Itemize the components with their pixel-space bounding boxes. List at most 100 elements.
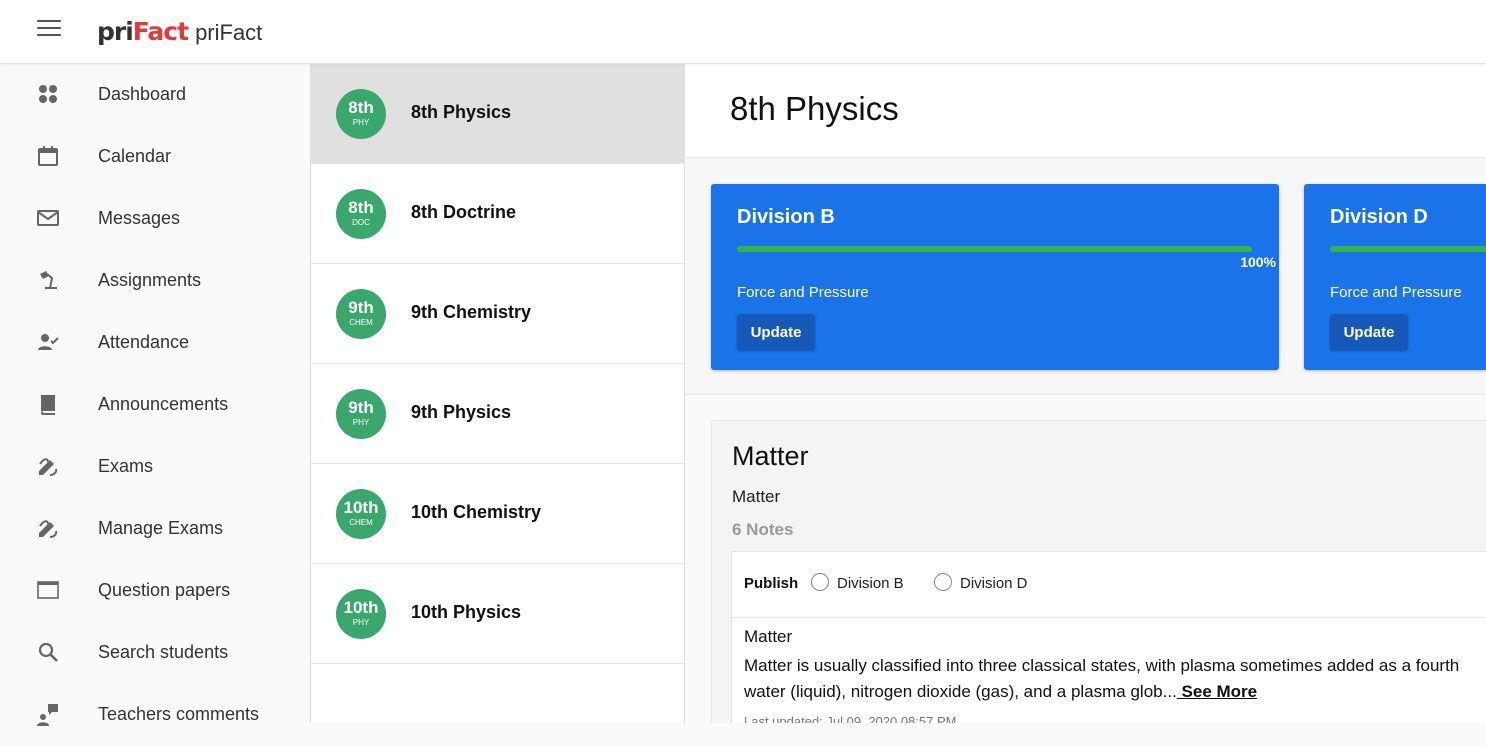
division-topic: Force and Pressure bbox=[1330, 284, 1462, 301]
course-avatar-grade: 10th bbox=[343, 598, 379, 617]
radio-label: Division B bbox=[837, 575, 904, 592]
division-card-b: Division B 100% Force and Pressure Updat… bbox=[711, 184, 1279, 370]
division-cards: Division B 100% Force and Pressure Updat… bbox=[685, 158, 1486, 395]
sidebar-item-label: Teachers comments bbox=[98, 704, 260, 724]
course-item-10th-chemistry[interactable]: 10th CHEM 10th Chemistry bbox=[311, 464, 684, 564]
course-item-8th-doctrine[interactable]: 8th DOC 8th Doctrine bbox=[311, 164, 684, 264]
progress-bar bbox=[737, 246, 1252, 252]
sidebar-item-label: Attendance bbox=[98, 332, 190, 352]
logo-mark: priFact bbox=[97, 17, 189, 46]
sidebar-item-label: Assignments bbox=[98, 270, 202, 290]
course-name: 9th Physics bbox=[411, 402, 512, 422]
sidebar-item-label: Calendar bbox=[98, 146, 172, 166]
sidebar-nav: Dashboard Calendar Messages Assignments … bbox=[0, 64, 311, 726]
division-name: Division D bbox=[1330, 206, 1428, 228]
sidebar-item-manage-exams[interactable]: Manage Exams bbox=[0, 498, 310, 560]
radio-circle[interactable] bbox=[811, 573, 829, 591]
course-avatar-grade: 9th bbox=[348, 298, 374, 317]
course-avatar: 8th DOC bbox=[336, 189, 386, 239]
person-check-icon bbox=[38, 334, 59, 350]
sidebar-item-label: Question papers bbox=[98, 580, 231, 600]
draw-icon bbox=[39, 458, 58, 476]
update-button[interactable]: Update bbox=[1330, 314, 1408, 350]
sidebar-item-teachers-comments[interactable]: Teachers comments bbox=[0, 684, 310, 746]
course-avatar: 9th CHEM bbox=[336, 289, 386, 339]
sidebar-item-label: Manage Exams bbox=[98, 518, 224, 538]
sidebar-item-messages[interactable]: Messages bbox=[0, 188, 310, 250]
course-avatar-grade: 8th bbox=[348, 98, 374, 117]
note-card: Publish Division B Division D Matter Mat… bbox=[731, 551, 1486, 723]
sidebar-item-attendance[interactable]: Attendance bbox=[0, 312, 310, 374]
sidebar-item-label: Messages bbox=[98, 208, 181, 228]
note-body-line: Matter is usually classified into three … bbox=[744, 656, 1460, 675]
course-avatar: 8th PHY bbox=[336, 89, 386, 139]
progress-bar bbox=[1330, 246, 1486, 252]
sidebar-item-label: Dashboard bbox=[98, 84, 187, 104]
sidebar-item-assignments[interactable]: Assignments bbox=[0, 250, 310, 312]
course-item-10th-physics[interactable]: 10th PHY 10th Physics bbox=[311, 564, 684, 664]
topic-subtitle: Matter bbox=[732, 487, 781, 506]
logo-mark-fact: Fact bbox=[132, 17, 189, 46]
sidebar-item-label: Announcements bbox=[98, 394, 229, 414]
sidebar-item-search-students[interactable]: Search students bbox=[0, 622, 310, 684]
search-icon bbox=[38, 642, 58, 662]
course-item-9th-physics[interactable]: 9th PHY 9th Physics bbox=[311, 364, 684, 464]
course-avatar: 9th PHY bbox=[336, 389, 386, 439]
note-last-updated: Last updated: Jul 09, 2020 08:57 PM bbox=[744, 714, 957, 723]
calendar-icon bbox=[38, 146, 58, 166]
dashboard-icon bbox=[39, 85, 57, 103]
comment-person-icon bbox=[37, 704, 58, 726]
course-name: 8th Physics bbox=[411, 102, 512, 122]
course-avatar-grade: 8th bbox=[348, 198, 374, 217]
course-avatar: 10th PHY bbox=[336, 589, 386, 639]
note-body-text: water (liquid), nitrogen dioxide (gas), … bbox=[744, 682, 1177, 701]
app-logo[interactable]: priFact priFact bbox=[97, 17, 262, 47]
course-avatar-grade: 9th bbox=[348, 398, 374, 417]
sidebar-item-dashboard[interactable]: Dashboard bbox=[0, 64, 310, 126]
course-name: 8th Doctrine bbox=[411, 202, 517, 222]
course-avatar-subject: PHY bbox=[352, 118, 370, 127]
course-avatar-subject: DOC bbox=[352, 218, 370, 227]
see-more-link[interactable]: See More bbox=[1177, 682, 1258, 701]
course-avatar-subject: PHY bbox=[352, 418, 370, 427]
app-name: priFact bbox=[195, 20, 263, 45]
course-item-9th-chemistry[interactable]: 9th CHEM 9th Chemistry bbox=[311, 264, 684, 364]
page-header: 8th Physics bbox=[685, 64, 1486, 158]
radio-label: Division D bbox=[960, 575, 1028, 592]
note-body-line: water (liquid), nitrogen dioxide (gas), … bbox=[744, 679, 1486, 705]
sidebar-item-question-papers[interactable]: Question papers bbox=[0, 560, 310, 622]
topic-card: Matter Matter 6 Notes Publish Division B… bbox=[711, 420, 1486, 723]
note-title: Matter bbox=[744, 627, 793, 646]
hamburger-menu-icon[interactable] bbox=[37, 20, 61, 40]
course-avatar-subject: CHEM bbox=[349, 518, 373, 527]
course-avatar-subject: PHY bbox=[352, 618, 370, 627]
desk-lamp-icon bbox=[40, 271, 57, 289]
publish-row: Publish Division B Division D bbox=[732, 552, 1486, 618]
window-icon bbox=[37, 581, 59, 599]
book-icon bbox=[41, 395, 55, 415]
course-list: 8th PHY 8th Physics 8th DOC 8th Doctrine… bbox=[311, 64, 685, 723]
main-content: 8th Physics Division B 100% Force and Pr… bbox=[685, 64, 1486, 723]
sidebar-item-label: Search students bbox=[98, 642, 229, 662]
page-title: 8th Physics bbox=[730, 90, 899, 127]
logo-mark-pri: pri bbox=[97, 17, 134, 46]
course-name: 10th Physics bbox=[411, 602, 522, 622]
course-avatar-grade: 10th bbox=[343, 498, 379, 517]
sidebar-item-calendar[interactable]: Calendar bbox=[0, 126, 310, 188]
course-name: 10th Chemistry bbox=[411, 502, 542, 522]
sidebar-item-exams[interactable]: Exams bbox=[0, 436, 310, 498]
course-avatar: 10th CHEM bbox=[336, 489, 386, 539]
topic-title: Matter bbox=[732, 441, 809, 471]
sidebar-item-label: Exams bbox=[98, 456, 154, 476]
radio-circle[interactable] bbox=[934, 573, 952, 591]
top-app-bar: priFact priFact bbox=[0, 0, 1486, 64]
sidebar-item-announcements[interactable]: Announcements bbox=[0, 374, 310, 436]
progress-percent: 100% bbox=[1240, 254, 1276, 270]
draw-icon bbox=[39, 520, 58, 538]
publish-label: Publish bbox=[744, 575, 799, 592]
course-item-8th-physics[interactable]: 8th PHY 8th Physics bbox=[311, 64, 684, 164]
update-button[interactable]: Update bbox=[737, 314, 815, 350]
mail-icon bbox=[37, 210, 59, 226]
notes-count: 6 Notes bbox=[732, 520, 794, 539]
note-body: Matter is usually classified into three … bbox=[744, 653, 1486, 705]
